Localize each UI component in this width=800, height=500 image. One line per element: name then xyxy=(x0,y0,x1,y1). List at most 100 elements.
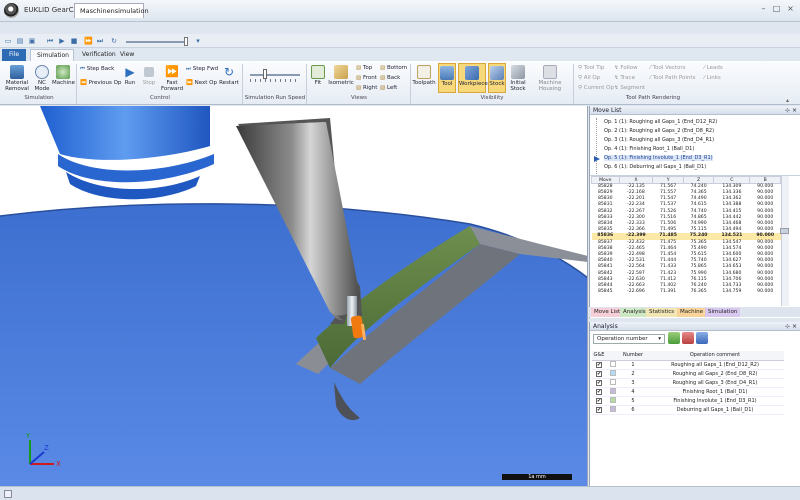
analysis-row[interactable]: ✔ 5 Finishing Involute_1 (End_D3_R1) xyxy=(592,396,784,406)
step-fwd-button[interactable]: ⏭ Step Fwd xyxy=(186,66,218,73)
move-row[interactable]: 85845 -22.696 71.391 76.365 134.759 90.000 xyxy=(592,289,781,295)
open-icon[interactable]: ▤ xyxy=(16,37,24,45)
step-fwd-icon[interactable]: ⏭ xyxy=(96,37,104,45)
restart-icon[interactable]: ↻ xyxy=(110,37,118,45)
tab-machine[interactable]: Machine xyxy=(677,308,707,317)
restart-button[interactable]: ↻ Restart xyxy=(218,65,240,86)
analysis-mode-select[interactable]: Operation number ▾ xyxy=(593,334,665,344)
run-icon[interactable]: ▶ xyxy=(58,37,66,45)
tool-tip-button[interactable]: ⚲ Tool Tip xyxy=(578,65,604,71)
operation-item-active[interactable]: Op. 5 (1): Finishing Involute_1 (End_D3_… xyxy=(604,155,713,161)
view-left-button[interactable]: ▧ Left xyxy=(380,85,397,91)
move-table-container[interactable]: Move X Y Z C B 85828 -22.135 71.567 74.240 134.30… xyxy=(591,176,787,306)
machine-housing-button[interactable]: Machine Housing xyxy=(530,65,570,92)
move-col-header[interactable]: B xyxy=(749,176,781,184)
all-op-button[interactable]: ⚲ All Op xyxy=(578,75,600,81)
follow-button[interactable]: ↯ Follow xyxy=(614,65,638,71)
color-swatch[interactable] xyxy=(610,369,616,376)
color-swatch[interactable] xyxy=(610,387,616,394)
pin-icon[interactable]: ⊹ × xyxy=(785,323,797,330)
toolpath-button[interactable]: Toolpath xyxy=(412,65,436,86)
nc-mode-button[interactable]: NC Mode xyxy=(32,65,52,92)
check-icon[interactable]: ✔ xyxy=(596,361,602,368)
analysis-row[interactable]: ✔ 3 Roughing all Gaps_3 (End_D4_R1) xyxy=(592,378,784,388)
stop-button[interactable]: Stop xyxy=(140,65,158,86)
run-button[interactable]: ▶ Run xyxy=(122,65,138,86)
speed-slider[interactable] xyxy=(126,41,186,43)
tool-path-points-button[interactable]: ⁄ Tool Path Points xyxy=(650,75,695,81)
machine-button[interactable]: Machine xyxy=(52,65,75,86)
tab-move-list[interactable]: Move List xyxy=(591,308,624,317)
operation-item[interactable]: Op. 1 (1): Roughing all Gaps_1 (End_D12_… xyxy=(604,119,717,125)
save-icon[interactable]: ▣ xyxy=(28,37,36,45)
color-swatch[interactable] xyxy=(610,378,616,385)
fit-button[interactable]: Fit xyxy=(310,65,326,86)
minimize-icon[interactable]: – xyxy=(758,3,769,14)
step-back-icon[interactable]: ⏮ xyxy=(46,37,54,45)
isometric-button[interactable]: Isometric xyxy=(328,65,354,86)
move-table-scrollbar[interactable] xyxy=(781,176,789,306)
step-back-button[interactable]: ⏮ Step Back xyxy=(80,66,114,73)
stock-toggle[interactable]: Stock xyxy=(488,63,506,93)
scroll-thumb[interactable] xyxy=(780,228,789,234)
view-top-button[interactable]: ▧ Top xyxy=(356,65,372,71)
view-front-button[interactable]: ▧ Front xyxy=(356,75,377,81)
move-col-header[interactable]: X xyxy=(618,176,654,184)
trace-button[interactable]: ↯ Trace xyxy=(614,75,635,81)
settings-icon[interactable] xyxy=(696,332,708,344)
check-icon[interactable]: ✔ xyxy=(596,406,602,413)
leads-button[interactable]: ⁄ Leads xyxy=(704,65,723,71)
view-bottom-button[interactable]: ▧ Bottom xyxy=(380,65,407,71)
move-col-header[interactable]: C xyxy=(713,176,751,184)
run-speed-thumb[interactable] xyxy=(262,69,267,79)
view-back-button[interactable]: ▧ Back xyxy=(380,75,400,81)
segment-button[interactable]: ↯ Segment xyxy=(614,85,645,91)
analysis-tool-icon[interactable] xyxy=(682,332,694,344)
color-swatch[interactable] xyxy=(610,405,616,412)
initial-stock-button[interactable]: Initial Stock xyxy=(508,65,528,92)
check-icon[interactable]: ✔ xyxy=(596,370,602,377)
tab-view[interactable]: View xyxy=(114,49,140,61)
fast-forward-button[interactable]: ⏩ Fast Forward xyxy=(160,65,184,92)
material-removal-button[interactable]: Material Removal xyxy=(4,65,30,92)
collapse-ribbon-icon[interactable]: ▴ xyxy=(786,97,789,104)
check-icon[interactable]: ✔ xyxy=(596,388,602,395)
close-icon[interactable]: × xyxy=(785,3,796,14)
maximize-icon[interactable]: □ xyxy=(771,3,782,14)
tab-simulation-panel[interactable]: Simulation xyxy=(705,308,741,317)
check-icon[interactable]: ✔ xyxy=(596,397,602,404)
workpiece-toggle[interactable]: Workpiece xyxy=(458,63,488,93)
simulation-viewport[interactable]: Y X Z xyxy=(0,106,588,486)
pin-icon[interactable]: ⊹ × xyxy=(785,107,797,114)
color-swatch[interactable] xyxy=(610,396,616,403)
new-icon[interactable]: ▭ xyxy=(4,37,12,45)
document-tab[interactable]: Maschinensimulation xyxy=(74,3,149,18)
dropdown-icon[interactable]: ▾ xyxy=(194,37,202,45)
analysis-row[interactable]: ✔ 6 Deburring all Gaps_1 (Ball_D1) xyxy=(592,405,784,415)
run-speed-track[interactable] xyxy=(250,74,300,76)
tool-toggle[interactable]: Tool xyxy=(438,63,456,93)
move-col-header[interactable]: Move xyxy=(591,176,620,184)
next-op-button[interactable]: ⏩ Next Op xyxy=(186,80,217,86)
tool-vectors-button[interactable]: ⁄ Tool Vectors xyxy=(650,65,686,71)
apply-icon[interactable] xyxy=(668,332,680,344)
operation-item[interactable]: Op. 2 (1): Roughing all Gaps_2 (End_D8_R… xyxy=(604,128,714,134)
check-icon[interactable]: ✔ xyxy=(596,379,602,386)
operation-item[interactable]: Op. 4 (1): Finishing Root_1 (Ball_D1) xyxy=(604,146,694,152)
operation-item[interactable]: Op. 6 (1): Deburring all Gaps_1 (Ball_D1… xyxy=(604,164,706,170)
color-swatch[interactable] xyxy=(610,360,616,367)
tab-simulation[interactable]: Simulation xyxy=(30,49,74,61)
fast-forward-icon[interactable]: ⏩ xyxy=(84,37,93,45)
analysis-row[interactable]: ✔ 2 Roughing all Gaps_2 (End_D8_R2) xyxy=(592,369,784,379)
view-right-button[interactable]: ▧ Right xyxy=(356,85,377,91)
app-logo[interactable] xyxy=(4,3,19,18)
previous-op-button[interactable]: ⏪ Previous Op xyxy=(80,80,121,86)
links-button[interactable]: ⁄ Links xyxy=(704,75,721,81)
analysis-row[interactable]: ✔ 4 Finishing Root_1 (Ball_D1) xyxy=(592,387,784,397)
stop-icon[interactable]: ■ xyxy=(70,37,78,45)
tab-file[interactable]: File xyxy=(2,49,26,61)
move-col-header[interactable]: Z xyxy=(682,176,715,184)
operation-item[interactable]: Op. 3 (1): Roughing all Gaps_3 (End_D4_R… xyxy=(604,137,714,143)
current-op-button[interactable]: ⚲ Current Op xyxy=(578,85,614,91)
move-col-header[interactable]: Y xyxy=(652,176,684,184)
